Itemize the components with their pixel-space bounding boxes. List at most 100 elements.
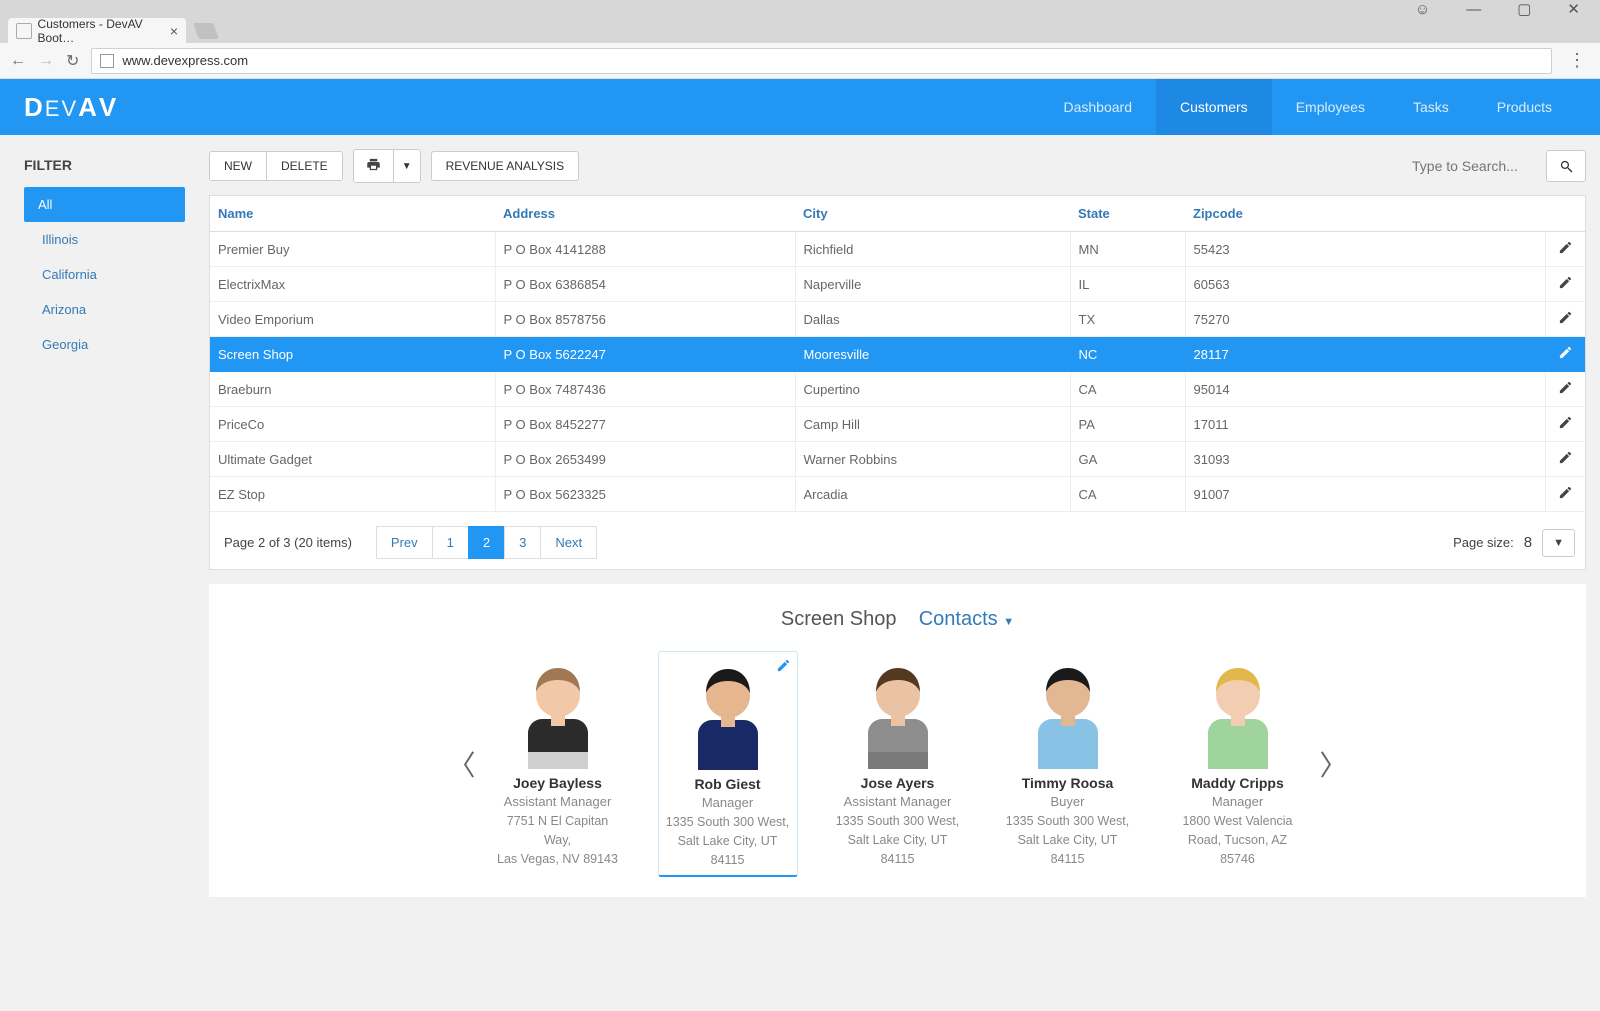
edit-row-button[interactable] [1545,477,1585,512]
contact-name: Rob Giest [665,776,791,792]
table-row[interactable]: EZ StopP O Box 5623325ArcadiaCA91007 [210,477,1585,512]
edit-row-button[interactable] [1545,302,1585,337]
cell-address: P O Box 8578756 [495,302,795,337]
details-panel: Screen Shop Contacts ▼ 〈 Joey BaylessAss… [209,584,1586,897]
cell-name: ElectrixMax [210,267,495,302]
main-nav: DashboardCustomersEmployeesTasksProducts [1040,79,1577,135]
browser-menu-button[interactable]: ⋮ [1564,50,1590,71]
page-3[interactable]: 3 [504,526,540,559]
details-title: Screen Shop [781,608,897,630]
cell-state: TX [1070,302,1185,337]
print-button[interactable] [353,149,394,183]
edit-row-button[interactable] [1545,267,1585,302]
contact-card[interactable]: Timmy RoosaBuyer1335 South 300 West,Salt… [998,651,1138,877]
filter-item-illinois[interactable]: Illinois [24,222,185,257]
nav-dashboard[interactable]: Dashboard [1040,79,1157,135]
edit-contact-button[interactable] [776,658,791,676]
cell-zip: 95014 [1185,372,1545,407]
url-input[interactable]: www.devexpress.com [91,48,1552,74]
site-info-icon[interactable] [100,54,114,68]
browser-tabbar: Customers - DevAV Boot… × [0,18,1600,43]
reload-button[interactable]: ↻ [66,51,79,71]
minimize-button[interactable]: — [1466,1,1481,18]
cell-city: Mooresville [795,337,1070,372]
new-tab-button[interactable] [193,23,219,39]
column-header-name[interactable]: Name [210,196,495,232]
delete-button[interactable]: DELETE [267,151,343,181]
nav-employees[interactable]: Employees [1272,79,1389,135]
cell-state: IL [1070,267,1185,302]
cell-state: MN [1070,232,1185,267]
forward-button[interactable]: → [38,52,54,70]
nav-customers[interactable]: Customers [1156,79,1272,135]
table-row[interactable]: PriceCoP O Box 8452277Camp HillPA17011 [210,407,1585,442]
app-header: DEVAV DashboardCustomersEmployeesTasksPr… [0,79,1600,135]
cell-city: Naperville [795,267,1070,302]
contacts-prev-button[interactable]: 〈 [435,744,487,784]
cell-state: GA [1070,442,1185,477]
nav-products[interactable]: Products [1473,79,1576,135]
contact-card[interactable]: Jose AyersAssistant Manager1335 South 30… [828,651,968,877]
cell-name: Ultimate Gadget [210,442,495,477]
edit-row-button[interactable] [1545,442,1585,477]
contact-card[interactable]: Rob GiestManager1335 South 300 West,Salt… [658,651,798,877]
nav-tasks[interactable]: Tasks [1389,79,1473,135]
search-input[interactable] [1406,152,1546,180]
customers-grid: NameAddressCityStateZipcode Premier BuyP… [209,195,1586,570]
page-2[interactable]: 2 [468,526,504,559]
filter-item-all[interactable]: All [24,187,185,222]
new-button[interactable]: NEW [209,151,267,181]
close-tab-button[interactable]: × [170,23,178,39]
contact-address: 1335 South 300 West,Salt Lake City, UT 8… [665,813,791,869]
page-1[interactable]: 1 [432,526,468,559]
table-row[interactable]: BraeburnP O Box 7487436CupertinoCA95014 [210,372,1585,407]
cell-name: Premier Buy [210,232,495,267]
column-header-edit [1545,196,1585,232]
table-row[interactable]: Premier BuyP O Box 4141288RichfieldMN554… [210,232,1585,267]
avatar-icon [514,657,602,769]
table-row[interactable]: ElectrixMaxP O Box 6386854NapervilleIL60… [210,267,1585,302]
edit-row-button[interactable] [1545,232,1585,267]
column-header-address[interactable]: Address [495,196,795,232]
table-row[interactable]: Ultimate GadgetP O Box 2653499Warner Rob… [210,442,1585,477]
profile-icon[interactable]: ☺ [1415,1,1430,18]
column-header-zipcode[interactable]: Zipcode [1185,196,1545,232]
table-row[interactable]: Screen ShopP O Box 5622247MooresvilleNC2… [210,337,1585,372]
cell-address: P O Box 7487436 [495,372,795,407]
contacts-next-button[interactable]: 〉 [1308,744,1360,784]
column-header-city[interactable]: City [795,196,1070,232]
cell-name: Screen Shop [210,337,495,372]
page-size-value: 8 [1524,534,1532,551]
table-row[interactable]: Video EmporiumP O Box 8578756DallasTX752… [210,302,1585,337]
maximize-button[interactable]: ▢ [1517,0,1531,18]
page-size-label: Page size: [1453,535,1514,550]
back-button[interactable]: ← [10,52,26,70]
filter-item-georgia[interactable]: Georgia [24,327,185,362]
page-prev[interactable]: Prev [376,526,432,559]
contact-role: Assistant Manager [494,794,622,809]
filter-item-california[interactable]: California [24,257,185,292]
contact-card[interactable]: Joey BaylessAssistant Manager7751 N El C… [488,651,628,877]
edit-row-button[interactable] [1545,407,1585,442]
column-header-state[interactable]: State [1070,196,1185,232]
edit-row-button[interactable] [1545,337,1585,372]
close-window-button[interactable]: ✕ [1567,0,1580,18]
browser-tab[interactable]: Customers - DevAV Boot… × [8,18,186,43]
details-tab-dropdown[interactable]: Contacts ▼ [919,608,1014,630]
filter-item-arizona[interactable]: Arizona [24,292,185,327]
contact-role: Manager [1174,794,1302,809]
cell-state: CA [1070,372,1185,407]
avatar-icon [1194,657,1282,769]
page-size-dropdown[interactable]: ▼ [1542,529,1575,557]
edit-row-button[interactable] [1545,372,1585,407]
page-next[interactable]: Next [540,526,597,559]
cell-zip: 17011 [1185,407,1545,442]
search-button[interactable] [1546,150,1586,182]
cell-city: Warner Robbins [795,442,1070,477]
cell-address: P O Box 6386854 [495,267,795,302]
revenue-analysis-button[interactable]: REVENUE ANALYSIS [431,151,580,181]
contact-card[interactable]: Maddy CrippsManager1800 West ValenciaRoa… [1168,651,1308,877]
brand-logo[interactable]: DEVAV [24,92,118,123]
pager: Page 2 of 3 (20 items) Prev123Next Page … [210,512,1585,569]
print-dropdown-button[interactable]: ▼ [394,149,421,183]
